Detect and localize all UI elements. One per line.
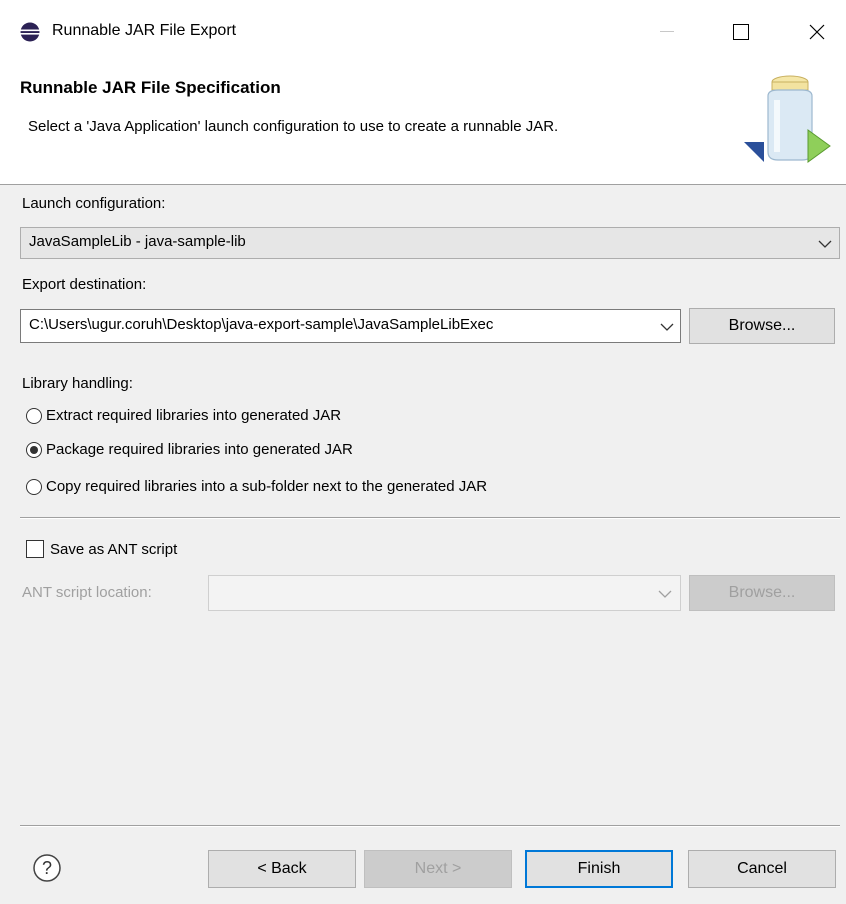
minimize-button[interactable] xyxy=(644,10,690,54)
radio-button-selected[interactable] xyxy=(26,441,42,458)
ant-location-label: ANT script location: xyxy=(22,584,152,601)
page-title: Runnable JAR File Specification xyxy=(20,78,281,97)
library-option-extract[interactable]: Extract required libraries into generate… xyxy=(26,407,341,424)
help-glyph: ? xyxy=(42,858,52,878)
jar-export-icon xyxy=(744,75,831,163)
library-option-package[interactable]: Package required libraries into generate… xyxy=(26,441,353,458)
radio-dot xyxy=(30,445,38,454)
launch-config-label: Launch configuration: xyxy=(22,195,166,212)
page-description: Select a 'Java Application' launch confi… xyxy=(28,118,559,135)
save-ant-script-label: Save as ANT script xyxy=(50,540,178,558)
close-button[interactable] xyxy=(794,10,840,54)
save-ant-script-checkbox[interactable] xyxy=(26,540,44,558)
launch-config-select[interactable]: JavaSampleLib - java-sample-lib xyxy=(20,227,840,259)
ant-browse-button[interactable]: Browse... xyxy=(689,575,835,611)
maximize-button[interactable] xyxy=(718,10,764,54)
window-title: Runnable JAR File Export xyxy=(52,22,237,39)
radio-button[interactable] xyxy=(26,478,42,495)
launch-config-value: JavaSampleLib - java-sample-lib xyxy=(29,233,246,250)
library-option-copy[interactable]: Copy required libraries into a sub-folde… xyxy=(26,478,487,495)
export-browse-button[interactable]: Browse... xyxy=(689,308,835,344)
radio-label: Copy required libraries into a sub-folde… xyxy=(46,478,488,495)
export-destination-value: C:\Users\ugur.coruh\Desktop\java-export-… xyxy=(29,316,494,333)
ant-location-combo[interactable] xyxy=(208,575,681,611)
radio-label: Package required libraries into generate… xyxy=(46,441,353,458)
finish-button[interactable]: Finish xyxy=(525,850,673,888)
close-icon xyxy=(809,24,825,40)
minimize-icon xyxy=(660,31,674,32)
library-handling-label: Library handling: xyxy=(22,375,133,392)
back-button[interactable]: < Back xyxy=(208,850,356,888)
chevron-down-icon xyxy=(658,590,672,598)
export-destination-label: Export destination: xyxy=(22,276,147,293)
eclipse-icon xyxy=(20,22,40,42)
help-icon[interactable]: ? xyxy=(32,853,62,883)
separator-highlight xyxy=(20,518,840,519)
chevron-down-icon xyxy=(818,240,832,248)
next-button[interactable]: Next > xyxy=(364,850,512,888)
export-destination-combo[interactable]: C:\Users\ugur.coruh\Desktop\java-export-… xyxy=(20,309,681,343)
footer-separator-highlight xyxy=(20,826,840,827)
cancel-button[interactable]: Cancel xyxy=(688,850,836,888)
chevron-down-icon xyxy=(660,323,674,331)
radio-label: Extract required libraries into generate… xyxy=(46,407,342,424)
radio-button[interactable] xyxy=(26,407,42,424)
save-ant-script-option[interactable]: Save as ANT script xyxy=(26,540,177,558)
maximize-icon xyxy=(733,24,749,40)
